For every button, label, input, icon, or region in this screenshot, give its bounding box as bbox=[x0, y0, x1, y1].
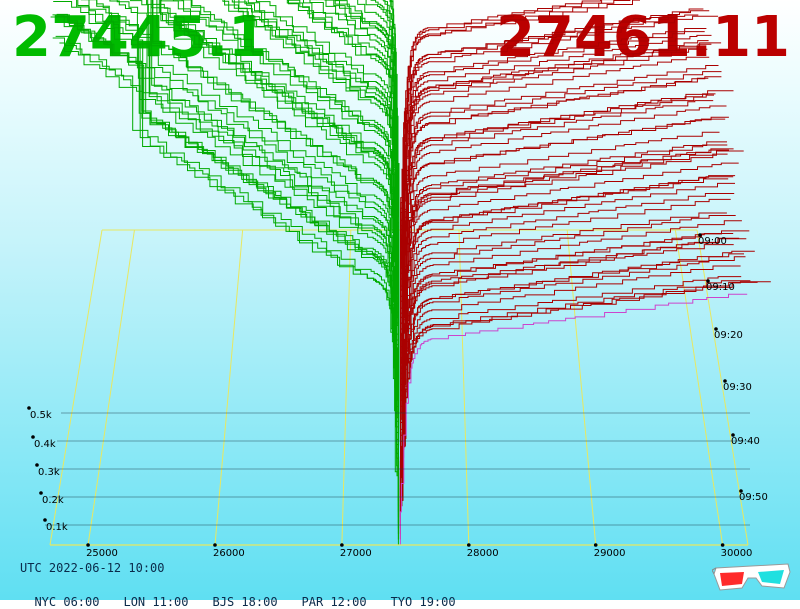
bid-snapshot bbox=[59, 42, 399, 540]
x-tick-25000 bbox=[86, 543, 90, 547]
clock-nyc: NYC 06:00 bbox=[34, 595, 100, 609]
depth-tick-label-0.4k: 0.4k bbox=[34, 439, 56, 450]
ask-snapshot bbox=[399, 293, 748, 545]
x-tick-label-27000: 27000 bbox=[340, 548, 372, 559]
ask-snapshot bbox=[399, 281, 771, 540]
x-tick-label-29000: 29000 bbox=[594, 548, 626, 559]
bid-snapshot bbox=[247, 0, 400, 341]
bid-snapshot bbox=[77, 0, 399, 496]
depth-chart: 25000 26000 27000 28000 29000 30000 0.1k 0.2k 0.… bbox=[27, 0, 771, 559]
time-tick-label-09:30: 09:30 bbox=[723, 382, 752, 393]
grid-line-25000 bbox=[87, 229, 135, 546]
x-tick-30000 bbox=[720, 543, 725, 547]
ask-snapshot bbox=[400, 230, 750, 485]
grid-line-28000 bbox=[458, 229, 470, 546]
clock-tyo: TYO 19:00 bbox=[390, 595, 456, 609]
grid-line-27000 bbox=[341, 229, 352, 546]
depth-series bbox=[50, 0, 771, 545]
x-tick-27000 bbox=[340, 543, 344, 547]
utc-time: UTC 2022-06-12 10:00 bbox=[20, 561, 165, 575]
bid-snapshot bbox=[130, 0, 399, 457]
x-tick-label-26000: 26000 bbox=[213, 548, 245, 559]
clock-par: PAR 12:00 bbox=[301, 595, 367, 609]
depth-tick-label-0.2k: 0.2k bbox=[42, 495, 64, 506]
bid-snapshot bbox=[57, 16, 399, 507]
x-tick-label-25000: 25000 bbox=[86, 548, 118, 559]
ask-snapshot bbox=[400, 43, 712, 302]
x-tick-label-30000: 30000 bbox=[721, 548, 753, 559]
time-tick-label-09:10: 09:10 bbox=[706, 282, 735, 293]
ask-snapshot bbox=[400, 233, 734, 474]
time-tick-label-09:20: 09:20 bbox=[714, 330, 743, 341]
x-tick-29000 bbox=[593, 543, 598, 547]
x-tick-label-28000: 28000 bbox=[467, 548, 499, 559]
ask-snapshot bbox=[400, 220, 742, 468]
time-tick-label-09:00: 09:00 bbox=[698, 236, 727, 247]
bid-snapshot bbox=[152, 0, 400, 440]
ask-snapshot bbox=[399, 276, 742, 518]
ask-snapshot bbox=[400, 90, 734, 352]
ask-snapshot bbox=[400, 10, 710, 253]
time-tick-label-09:40: 09:40 bbox=[731, 436, 760, 447]
bid-snapshot bbox=[152, 0, 399, 452]
clock-lon: LON 11:00 bbox=[123, 595, 189, 609]
grid-line-30000 bbox=[674, 229, 724, 546]
bid-snapshot bbox=[384, 0, 400, 258]
bid-snapshot bbox=[55, 15, 399, 512]
clock-bjs: BJS 18:00 bbox=[212, 595, 278, 609]
depth-tick-label-0.1k: 0.1k bbox=[46, 522, 68, 533]
depth-tick-label-0.3k: 0.3k bbox=[38, 467, 60, 478]
3d-glasses-icon[interactable] bbox=[712, 562, 792, 596]
ask-snapshot bbox=[399, 265, 741, 523]
ask-snapshot bbox=[400, 8, 704, 264]
x-tick-28000 bbox=[467, 543, 471, 547]
time-tick-label-09:50: 09:50 bbox=[739, 492, 768, 503]
grid-line-26000 bbox=[214, 229, 244, 546]
bid-snapshot bbox=[160, 0, 400, 391]
ask-snapshot bbox=[399, 281, 758, 529]
ask-snapshot bbox=[400, 175, 736, 435]
timezone-clocks: NYC 06:00 LON 11:00 BJS 18:00 PAR 12:00 TYO … bbox=[20, 581, 480, 609]
bid-snapshot bbox=[286, 0, 400, 324]
depth-tick-label-0.5k: 0.5k bbox=[30, 410, 52, 421]
x-tick-26000 bbox=[213, 543, 217, 547]
